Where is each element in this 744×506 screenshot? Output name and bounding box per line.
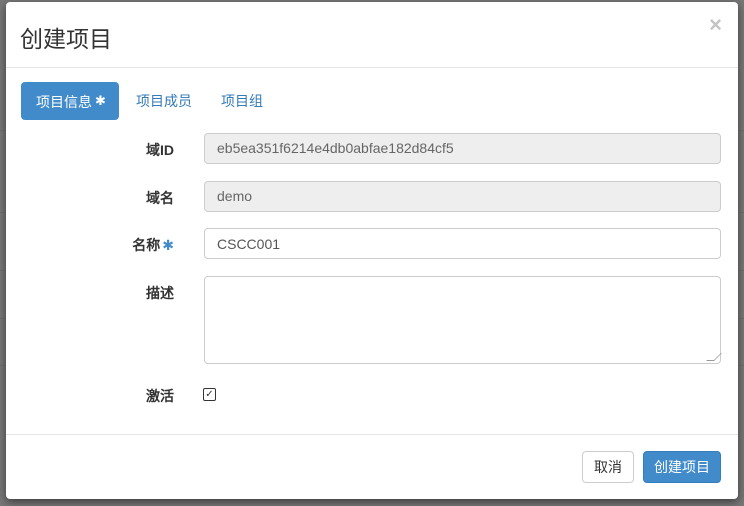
required-icon: ✱ <box>95 93 106 108</box>
enabled-label: 激活 <box>146 388 174 404</box>
modal-footer: 取消 创建项目 <box>6 434 738 499</box>
name-input[interactable] <box>204 228 721 259</box>
domain-id-label: 域ID <box>146 142 174 158</box>
description-wrapper <box>204 276 722 364</box>
domain-id-field: eb5ea351f6214e4db0abfae182d84cf5 <box>204 133 721 164</box>
description-label: 描述 <box>146 285 174 301</box>
modal-header: 创建项目 × <box>6 2 738 68</box>
tab-project-groups[interactable]: 项目组 <box>221 82 263 120</box>
description-textarea[interactable] <box>204 276 721 364</box>
create-project-modal: 创建项目 × 项目信息 ✱ 项目成员 项目组 域ID eb5ea351f6214e… <box>6 2 738 499</box>
tab-label: 项目信息 <box>36 94 92 110</box>
name-label: 名称 ✱ <box>94 235 174 255</box>
name-label-text: 名称 <box>132 237 161 253</box>
tab-project-info[interactable]: 项目信息 ✱ <box>21 82 119 120</box>
enabled-checkbox[interactable]: ✓ <box>203 388 216 401</box>
domain-name-label: 域名 <box>146 190 174 206</box>
modal-title: 创建项目 <box>20 26 112 52</box>
cancel-button[interactable]: 取消 <box>582 451 634 483</box>
required-icon: ✱ <box>162 237 174 253</box>
domain-name-field: demo <box>204 181 721 212</box>
close-icon[interactable]: × <box>709 14 722 36</box>
tab-project-members[interactable]: 项目成员 <box>136 82 192 120</box>
create-project-button[interactable]: 创建项目 <box>643 451 721 483</box>
